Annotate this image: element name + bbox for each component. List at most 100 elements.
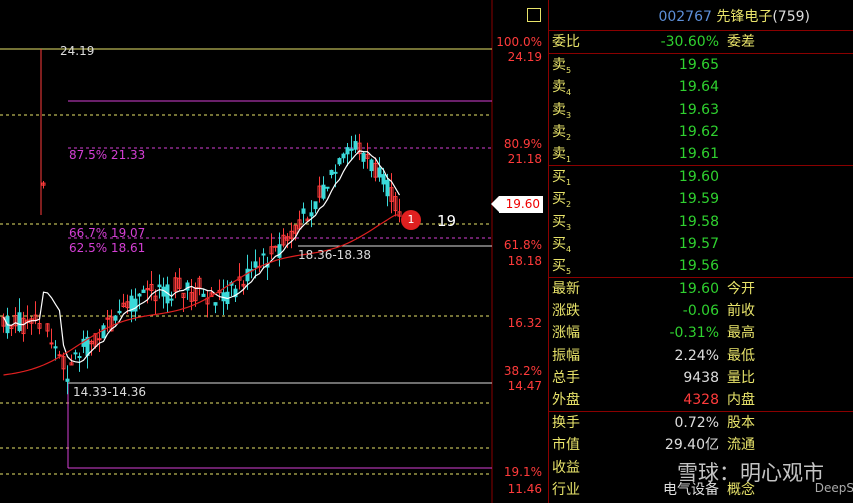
fib-87-5-label: 87.5% 21.33	[69, 148, 146, 162]
candle-body	[349, 148, 354, 151]
candle-body	[245, 268, 250, 282]
row-label2: 股本	[727, 415, 755, 432]
axis-pct-100: 100.0%	[496, 35, 542, 49]
row-label: 总手	[552, 369, 580, 386]
candle-body	[361, 152, 366, 162]
row-label: 外盘	[552, 392, 580, 408]
buy-row[interactable]: 买1 19.60	[549, 166, 853, 188]
row-value: 19.61	[678, 145, 719, 162]
axis-pct-19-1: 19.1%	[503, 465, 542, 479]
fib-66-7-label: 66.7% 19.07	[69, 226, 146, 240]
row-label2: 今开	[727, 281, 755, 298]
candle-body	[73, 352, 78, 355]
candle-body	[385, 179, 390, 197]
candle-body	[53, 346, 58, 349]
row-value: -0.31%	[669, 325, 719, 342]
row-value: 4328	[683, 392, 719, 408]
alert-badge[interactable]: 1	[401, 210, 421, 230]
row-label: 收益	[552, 459, 580, 476]
quote-row[interactable]: 总手 9438 量比	[549, 367, 853, 389]
stock-count: (759)	[772, 9, 810, 25]
row-label: 市值	[552, 437, 580, 454]
row-value: 19.58	[678, 213, 719, 230]
buy-row[interactable]: 买3 19.58	[549, 211, 853, 233]
quote-row[interactable]: 最新 19.60 今开	[549, 278, 853, 300]
quote-row[interactable]: 外盘 4328 内盘	[549, 389, 853, 411]
candle-body	[97, 338, 102, 341]
sell-row[interactable]: 卖5 19.65	[549, 54, 853, 76]
candle-body	[381, 174, 386, 185]
sell-row[interactable]: 卖2 19.62	[549, 121, 853, 143]
candle-body	[345, 147, 350, 155]
axis-val-24-19: 24.19	[507, 50, 542, 64]
candle-body	[141, 289, 146, 293]
row-value: 19.60	[678, 169, 719, 186]
row-value: -0.06	[682, 303, 719, 320]
row-label: 行业	[552, 481, 580, 498]
candle-body	[113, 315, 118, 321]
candle-body	[333, 171, 338, 174]
axis-val-11-46: 11.46	[507, 482, 542, 496]
alert-badge-text: 19	[437, 212, 457, 230]
candle-body	[253, 261, 258, 268]
fib-62-5-label: 62.5% 18.61	[69, 241, 146, 255]
ratio-label2: 委差	[727, 34, 755, 50]
row-value: 9438	[683, 369, 719, 386]
row-value: 19.59	[678, 191, 719, 208]
row-value: 19.62	[678, 123, 719, 140]
candle-body	[321, 184, 326, 199]
info-row[interactable]: 市值 29.40亿 流通	[549, 434, 853, 456]
candle-body	[369, 159, 374, 172]
candle-body	[325, 186, 330, 189]
candle-body	[77, 356, 82, 359]
row-value: 0.72%	[674, 415, 719, 432]
axis-val-18-18: 18.18	[507, 254, 542, 268]
candle-body	[201, 293, 206, 297]
candle-body	[49, 342, 54, 345]
row-label2: 前收	[727, 303, 755, 320]
buy-row[interactable]: 买2 19.59	[549, 188, 853, 210]
candle-body	[337, 158, 342, 165]
buy-row[interactable]: 买4 19.57	[549, 233, 853, 255]
candle-body	[329, 169, 334, 176]
window-toggle-icon[interactable]	[527, 8, 541, 22]
candle-body	[309, 212, 314, 217]
ratio-value: -30.60%	[660, 34, 719, 50]
quote-panel: 002767 先锋电子(759) 委比 -30.60% 委差 卖5 19.65 卖4…	[527, 0, 853, 503]
zone-upper-label: 18.36-18.38	[298, 248, 372, 262]
row-label: 振幅	[552, 347, 580, 364]
stock-code: 002767	[658, 9, 712, 25]
stock-name: 先锋电子	[716, 9, 773, 25]
row-value: 2.24%	[674, 347, 719, 364]
quote-row[interactable]: 振幅 2.24% 最低	[549, 345, 853, 367]
axis-val-16-32: 16.32	[507, 316, 542, 330]
candle-body	[313, 201, 318, 210]
row-label2: 流通	[727, 437, 755, 454]
stock-header[interactable]: 002767 先锋电子(759)	[527, 0, 853, 31]
axis-val-21-18: 21.18	[507, 152, 542, 166]
axis-pct-38-2: 38.2%	[503, 364, 542, 378]
candle-body	[117, 310, 122, 314]
candle-body	[157, 284, 162, 288]
sell-row[interactable]: 卖3 19.63	[549, 99, 853, 121]
row-label2: 量比	[727, 369, 755, 386]
watermark: 雪球：明心观市	[677, 461, 824, 485]
axis-pct-80-9: 80.9%	[503, 137, 542, 151]
candle-body	[301, 208, 306, 214]
info-row[interactable]: 换手 0.72% 股本	[549, 412, 853, 434]
row-value: 19.56	[678, 257, 719, 274]
candle-body	[261, 253, 266, 256]
sell-row[interactable]: 卖1 19.61	[549, 143, 853, 165]
row-label2: 内盘	[727, 392, 755, 408]
row-label: 换手	[552, 415, 580, 432]
quote-row[interactable]: 涨幅 -0.31% 最高	[549, 322, 853, 344]
buy-row[interactable]: 买5 19.56	[549, 255, 853, 277]
row-label2: 最高	[727, 325, 755, 342]
row-value: 19.65	[678, 57, 719, 74]
price-axis: 100.0% 24.19 80.9% 21.18 19.60 61.8% 18.…	[491, 0, 548, 503]
quote-row[interactable]: 涨跌 -0.06 前收	[549, 300, 853, 322]
ratio-row: 委比 -30.60% 委差	[549, 31, 853, 53]
sell-row[interactable]: 卖4 19.64	[549, 76, 853, 98]
candle-body	[169, 298, 174, 301]
row-value: 19.57	[678, 235, 719, 252]
